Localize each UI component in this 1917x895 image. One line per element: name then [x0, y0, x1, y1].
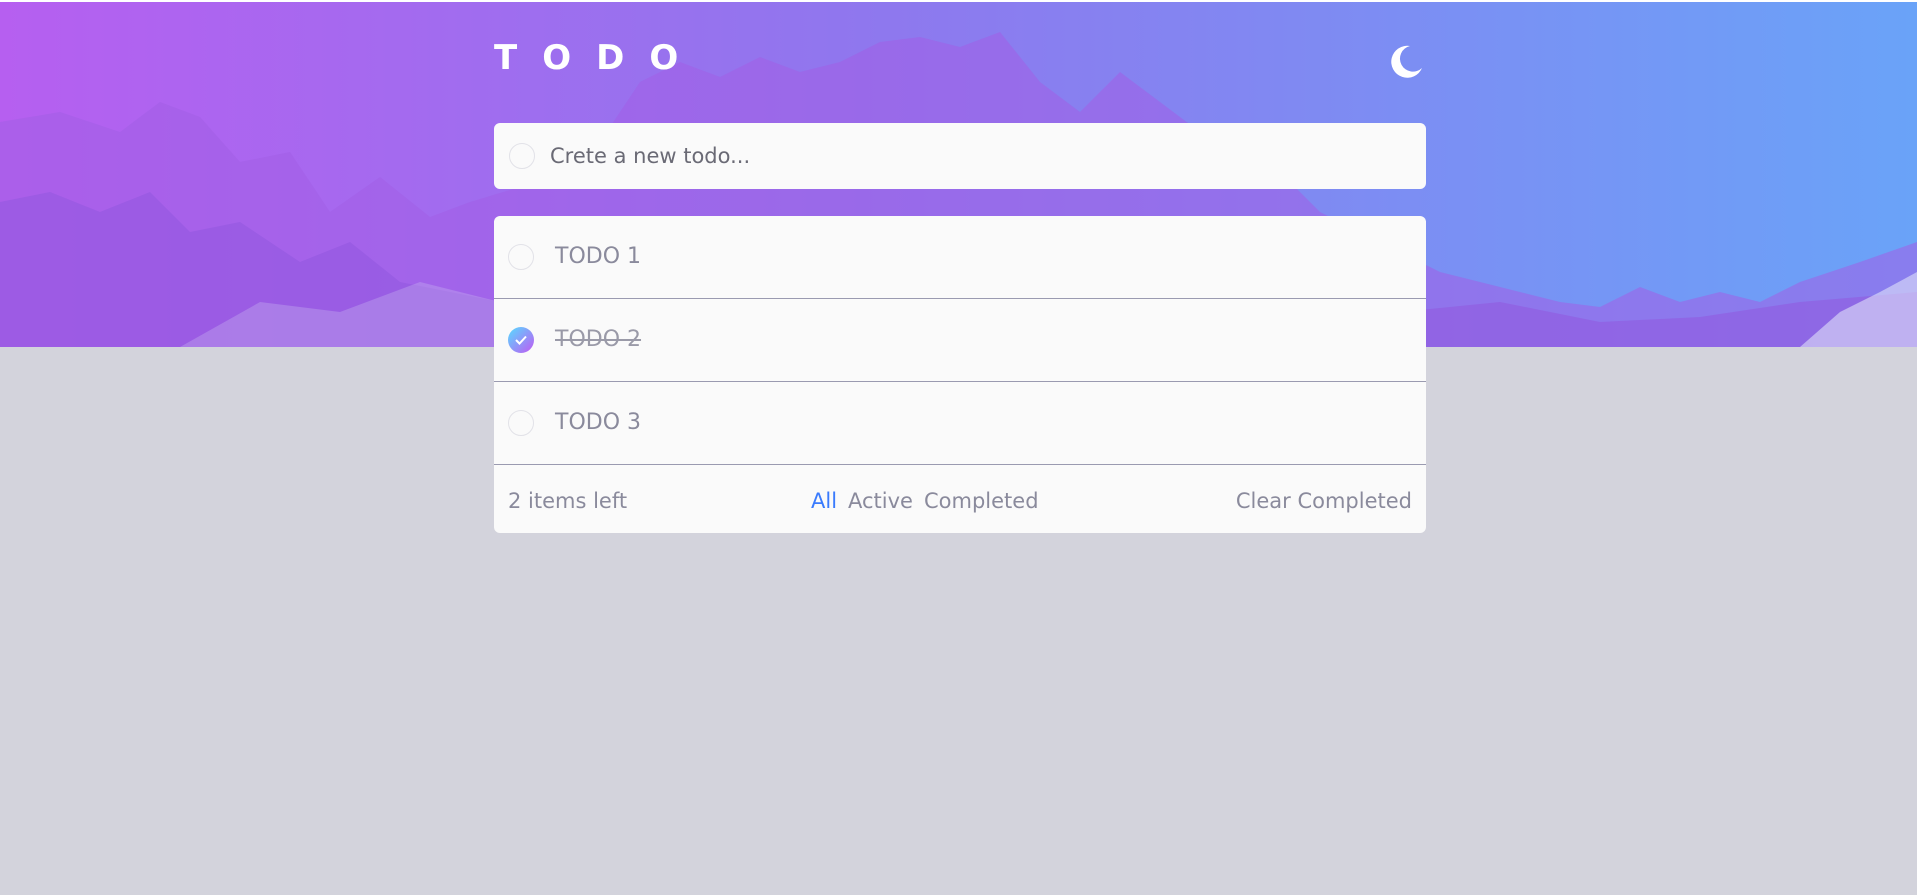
- check-icon: [515, 335, 527, 345]
- todo-list: TODO 1 TODO 2 TODO 3 2 items left All Ac…: [494, 216, 1426, 533]
- todo-checkbox[interactable]: [508, 244, 534, 270]
- todo-label: TODO 2: [555, 327, 642, 352]
- todo-label: TODO 3: [555, 410, 642, 435]
- filter-all[interactable]: All: [811, 487, 837, 515]
- todo-checkbox[interactable]: [508, 410, 534, 436]
- todo-label: TODO 1: [555, 244, 642, 269]
- todo-item[interactable]: TODO 1: [494, 216, 1426, 299]
- moon-icon[interactable]: [1390, 44, 1424, 78]
- new-todo-bar: [494, 123, 1426, 189]
- todo-item[interactable]: TODO 3: [494, 382, 1426, 465]
- filter-completed[interactable]: Completed: [924, 487, 1039, 515]
- clear-completed-button[interactable]: Clear Completed: [1236, 487, 1412, 515]
- todo-footer: 2 items left All Active Completed Clear …: [494, 467, 1426, 533]
- todo-checkbox-checked[interactable]: [508, 327, 534, 353]
- new-todo-circle-icon[interactable]: [509, 143, 535, 169]
- todo-item[interactable]: TODO 2: [494, 299, 1426, 382]
- app-title: TODO: [494, 38, 704, 78]
- new-todo-input[interactable]: [550, 139, 1390, 173]
- items-left-count: 2 items left: [508, 489, 628, 513]
- filter-active[interactable]: Active: [848, 487, 913, 515]
